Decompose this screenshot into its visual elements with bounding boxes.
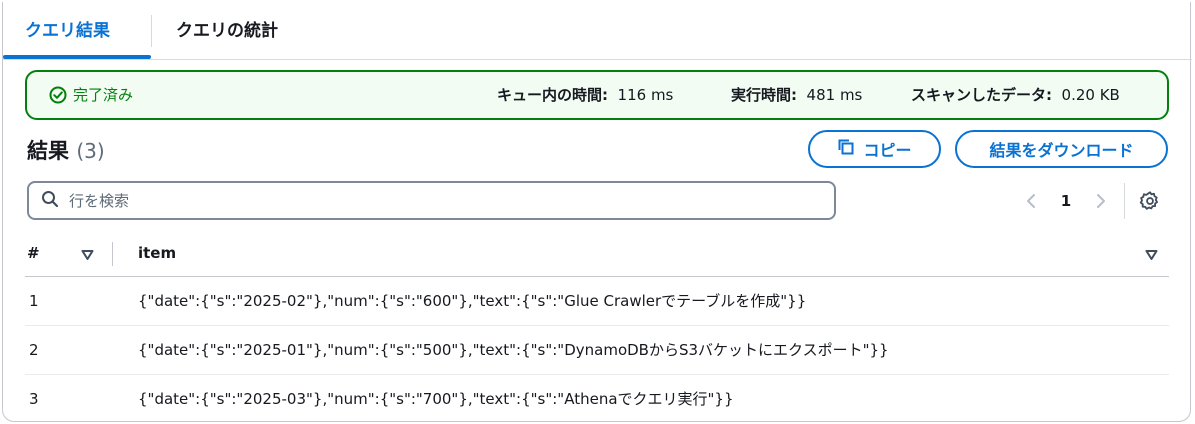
search-icon [41,190,59,212]
queue-time-value: 116 ms [617,86,674,104]
gear-icon[interactable] [1139,190,1161,216]
column-header-item[interactable]: item [138,230,176,277]
row-search-field[interactable] [27,181,836,220]
copy-button-label: コピー [863,141,912,160]
check-circle-icon [49,86,67,104]
pagination: 1 [1020,184,1112,218]
data-scanned-label: スキャンしたデータ: [911,86,1052,104]
download-button-label: 結果をダウンロード [989,141,1134,160]
current-page-number[interactable]: 1 [1042,192,1090,210]
tab-query-stats[interactable]: クエリの統計 [176,2,278,60]
column-header-number: # [27,244,40,262]
sort-down-icon[interactable] [81,247,94,265]
pagination-divider [1124,183,1125,219]
run-time-metric: 実行時間: 481 ms [731,72,862,118]
run-time-label: 実行時間: [731,86,797,104]
table-header: # item [25,230,1169,277]
row-number: 2 [29,341,39,359]
data-scanned-value: 0.20 KB [1061,86,1120,104]
table-row: 3 {"date":{"s":"2025-03"},"num":{"s":"70… [25,375,1169,424]
column-resizer[interactable] [112,242,113,266]
status-success: 完了済み [49,72,133,118]
row-number: 1 [29,292,39,310]
sort-down-icon[interactable] [1145,247,1158,265]
data-scanned-metric: スキャンしたデータ: 0.20 KB [911,72,1120,118]
active-tab-indicator [3,55,151,59]
copy-icon [837,138,855,160]
queue-time-metric: キュー内の時間: 116 ms [497,72,673,118]
search-input[interactable] [69,191,834,210]
run-time-value: 481 ms [806,86,863,104]
chevron-left-icon[interactable] [1020,193,1042,209]
status-alert: 完了済み キュー内の時間: 116 ms 実行時間: 481 ms スキャンした… [25,70,1169,120]
row-item: {"date":{"s":"2025-02"},"num":{"s":"600"… [138,292,807,310]
results-count: (3) [76,139,105,163]
tab-bar: クエリ結果 クエリの統計 [3,2,1192,60]
tab-divider [151,15,152,47]
table-row: 2 {"date":{"s":"2025-01"},"num":{"s":"50… [25,326,1169,375]
row-item: {"date":{"s":"2025-01"},"num":{"s":"500"… [138,341,889,359]
row-item: {"date":{"s":"2025-03"},"num":{"s":"700"… [138,390,734,408]
row-number: 3 [29,390,39,408]
results-title: 結果 [27,139,69,163]
status-text: 完了済み [73,86,134,104]
results-table: # item 1 {"date":{"s":"2025-02"},"num":{… [25,230,1169,424]
download-results-button[interactable]: 結果をダウンロード [955,130,1168,168]
results-heading: 結果 (3) [27,135,105,165]
copy-button[interactable]: コピー [808,130,941,168]
query-results-panel: クエリ結果 クエリの統計 完了済み キュー内の時間: 116 ms 実行時間: … [2,2,1192,424]
table-row: 1 {"date":{"s":"2025-02"},"num":{"s":"60… [25,277,1169,326]
chevron-right-icon[interactable] [1090,193,1112,209]
queue-time-label: キュー内の時間: [497,86,608,104]
tab-query-results[interactable]: クエリ結果 [25,2,110,60]
